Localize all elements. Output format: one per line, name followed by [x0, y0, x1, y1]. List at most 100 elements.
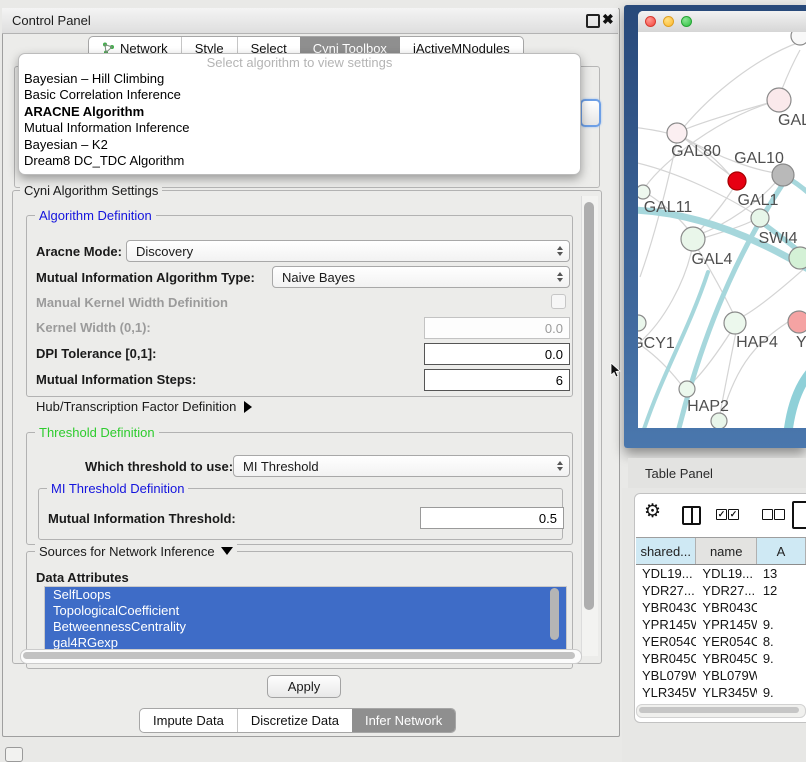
- table-cell: 9.: [757, 616, 806, 633]
- table-cell: YLR345W: [636, 684, 696, 701]
- dpi-tolerance-label: DPI Tolerance [0,1]:: [36, 346, 156, 361]
- algorithm-option-bayesian-hill-climbing[interactable]: Bayesian – Hill Climbing: [19, 71, 580, 87]
- table-cell: 9.: [757, 684, 806, 701]
- network-node-swi4[interactable]: [789, 247, 806, 269]
- column-visibility-icon[interactable]: [682, 506, 701, 525]
- network-node-gal11[interactable]: [638, 185, 650, 199]
- threshold-definition-title: Threshold Definition: [35, 425, 159, 440]
- tab-infer-network[interactable]: Infer Network: [352, 709, 455, 732]
- network-node[interactable]: [711, 413, 727, 428]
- export-table-icon[interactable]: [792, 501, 806, 529]
- node-label-gcy1: GCY1: [638, 335, 675, 352]
- column-header-a[interactable]: A: [757, 538, 806, 564]
- table-row[interactable]: YDR27...YDR27...12: [636, 582, 806, 599]
- mi-threshold-input[interactable]: [420, 507, 564, 529]
- cyni-bottom-tabs: Impute DataDiscretize DataInfer Network: [139, 708, 456, 733]
- apply-button-label: Apply: [288, 679, 321, 694]
- table-row[interactable]: YDL19...YDL19...13: [636, 565, 806, 582]
- table-row[interactable]: YBR043CYBR043C: [636, 599, 806, 616]
- table-row[interactable]: YBL079WYBL079W: [636, 667, 806, 684]
- table-cell: YBL079W: [696, 667, 756, 684]
- table-cell: YBR045C: [696, 650, 756, 667]
- table-cell: YPR145W: [696, 616, 756, 633]
- network-node-gal10[interactable]: [772, 164, 794, 186]
- tab-impute-data[interactable]: Impute Data: [140, 709, 237, 732]
- network-node-y[interactable]: [788, 311, 806, 333]
- network-node-gcy1[interactable]: [638, 315, 646, 331]
- algorithm-option-basic-correlation-inference[interactable]: Basic Correlation Inference: [19, 87, 580, 103]
- table-cell: YER054C: [636, 633, 696, 650]
- node-label-gal11: GAL11: [644, 199, 693, 216]
- mi-steps-label: Mutual Information Steps:: [36, 372, 196, 387]
- apply-button[interactable]: Apply: [267, 675, 341, 698]
- settings-vscroll-thumb[interactable]: [584, 202, 594, 610]
- algorithm-option-dream8-dc-tdc-algorithm[interactable]: Dream8 DC_TDC Algorithm: [19, 153, 580, 169]
- network-node-gal[interactable]: [767, 88, 791, 112]
- mi-type-select[interactable]: Naive Bayes: [272, 266, 570, 288]
- node-table: shared...nameA YDL19...YDL19...13YDR27..…: [636, 537, 806, 705]
- column-header-shared[interactable]: shared...: [636, 538, 696, 564]
- network-node-hap2[interactable]: [679, 381, 695, 397]
- attribute-list-scrollbar[interactable]: [550, 588, 559, 640]
- deselect-all-icon[interactable]: [774, 509, 785, 520]
- tab-discretize-data[interactable]: Discretize Data: [237, 709, 352, 732]
- close-traffic-light-icon[interactable]: [645, 16, 656, 27]
- control-panel-title: Control Panel: [12, 13, 91, 28]
- table-cell: YDR27...: [636, 582, 696, 599]
- network-node-gal1[interactable]: [751, 209, 769, 227]
- table-row[interactable]: YBR045CYBR045C9.: [636, 650, 806, 667]
- deselect-all-icon[interactable]: [762, 509, 773, 520]
- algorithm-option-aracne-algorithm[interactable]: ARACNE Algorithm: [19, 104, 580, 120]
- table-hscroll-thumb[interactable]: [639, 707, 799, 713]
- which-threshold-value: MI Threshold: [243, 459, 319, 474]
- algorithm-option-bayesian-k2[interactable]: Bayesian – K2: [19, 137, 580, 153]
- manual-kernel-checkbox[interactable]: [551, 294, 566, 309]
- attribute-item-betweennesscentrality[interactable]: BetweennessCentrality: [45, 619, 566, 635]
- dpi-tolerance-input[interactable]: [424, 343, 570, 365]
- network-node[interactable]: [728, 172, 746, 190]
- table-row[interactable]: YER054CYER054C8.: [636, 633, 806, 650]
- screenshot-root: Control Panel ✖ NetworkStyleSelectCyni T…: [0, 0, 806, 762]
- network-node[interactable]: [791, 32, 806, 45]
- which-threshold-select[interactable]: MI Threshold: [233, 455, 570, 477]
- aracne-mode-select[interactable]: Discovery: [126, 240, 570, 262]
- chevron-down-icon: [221, 547, 233, 555]
- node-label-gal4: GAL4: [692, 251, 733, 268]
- control-panel-titlebar[interactable]: [2, 8, 618, 34]
- hub-definition-toggle[interactable]: Hub/Transcription Factor Definition: [36, 399, 252, 414]
- column-header-name[interactable]: name: [696, 538, 756, 564]
- algorithm-combo-fragment[interactable]: [580, 99, 601, 127]
- zoom-traffic-light-icon[interactable]: [681, 16, 692, 27]
- select-all-check-icon[interactable]: ✓: [716, 509, 727, 520]
- table-row[interactable]: YPR145WYPR145W9.: [636, 616, 806, 633]
- aracne-mode-label: Aracne Mode:: [36, 244, 122, 259]
- network-node-gal4[interactable]: [681, 227, 705, 251]
- table-cell: YLR345W: [696, 684, 756, 701]
- mi-steps-input[interactable]: [424, 369, 570, 391]
- algorithm-option-mutual-information-inference[interactable]: Mutual Information Inference: [19, 120, 580, 136]
- network-canvas[interactable]: GALGAL80GAL10GAL11GAL1GAL4SWI4GCY1HAP4YH…: [638, 32, 806, 428]
- node-label-hap2: HAP2: [687, 398, 729, 415]
- attribute-item-selfloops[interactable]: SelfLoops: [45, 587, 566, 603]
- algorithm-dropdown-prompt: Select algorithm to view settings: [19, 54, 580, 71]
- attribute-item-topologicalcoefficient[interactable]: TopologicalCoefficient: [45, 603, 566, 619]
- node-label-gal10: GAL10: [734, 150, 784, 167]
- minimize-traffic-light-icon[interactable]: [663, 16, 674, 27]
- table-row[interactable]: YLR345WYLR345W9.: [636, 684, 806, 701]
- select-all-check-icon[interactable]: ✓: [728, 509, 739, 520]
- table-cell: YDR27...: [696, 582, 756, 599]
- mi-threshold-label: Mutual Information Threshold:: [48, 511, 236, 526]
- close-icon[interactable]: ✖: [602, 11, 614, 28]
- minimized-panel-icon[interactable]: [5, 747, 23, 762]
- network-view-titlebar[interactable]: [638, 11, 806, 33]
- network-node-gal80[interactable]: [667, 123, 687, 143]
- sources-group-title[interactable]: Sources for Network Inference: [35, 544, 237, 559]
- kernel-width-input[interactable]: [424, 317, 570, 339]
- float-window-icon[interactable]: [586, 14, 600, 28]
- table-cell: YPR145W: [636, 616, 696, 633]
- settings-hscroll-thumb[interactable]: [23, 652, 575, 659]
- table-cell: 9.: [757, 650, 806, 667]
- network-node-hap4[interactable]: [724, 312, 746, 334]
- gear-icon[interactable]: ⚙: [644, 500, 661, 523]
- node-label-gal1: GAL1: [738, 192, 779, 209]
